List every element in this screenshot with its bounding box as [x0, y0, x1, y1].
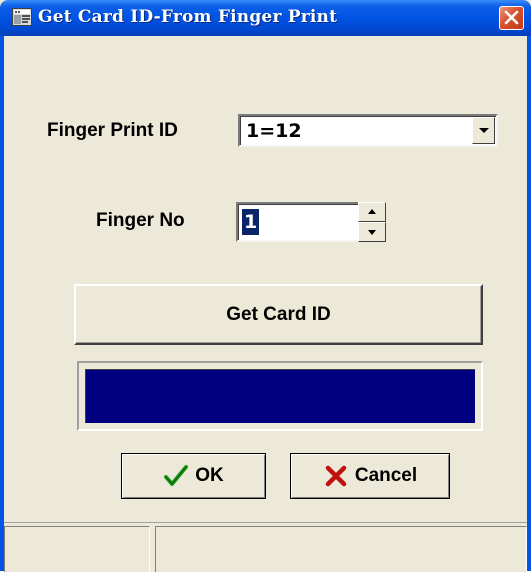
- spin-down-button[interactable]: [358, 222, 386, 242]
- app-icon: [12, 8, 32, 26]
- finger-print-id-dropdown[interactable]: 1=12: [238, 114, 498, 147]
- close-icon: [504, 10, 519, 25]
- get-card-id-button[interactable]: Get Card ID: [74, 284, 483, 345]
- finger-no-spinner: [358, 202, 386, 242]
- cancel-label: Cancel: [354, 465, 418, 486]
- status-panel-2: [155, 526, 527, 572]
- x-icon: [325, 465, 347, 487]
- window-frame-left: [0, 36, 4, 571]
- card-id-result-panel: [77, 361, 483, 431]
- spin-up-button[interactable]: [358, 202, 386, 222]
- dialog-window: Get Card ID-From Finger Print Finger Pri…: [0, 0, 531, 572]
- finger-no-input[interactable]: 1: [236, 202, 358, 242]
- checkmark-icon: [164, 465, 189, 486]
- get-card-id-label: Get Card ID: [226, 303, 331, 325]
- close-button[interactable]: [499, 6, 524, 30]
- window-frame-right: [527, 36, 531, 571]
- cancel-button[interactable]: Cancel: [290, 453, 450, 499]
- spin-down-icon: [368, 230, 376, 235]
- finger-no-label: Finger No: [96, 210, 185, 231]
- finger-print-id-label: Finger Print ID: [47, 120, 178, 141]
- title-bar[interactable]: Get Card ID-From Finger Print: [0, 0, 531, 36]
- ok-label: OK: [195, 465, 224, 486]
- finger-no-value: 1: [242, 209, 260, 235]
- finger-print-id-value: 1=12: [246, 120, 302, 142]
- status-panel-1: [4, 526, 150, 572]
- ok-button[interactable]: OK: [121, 453, 266, 499]
- window-title: Get Card ID-From Finger Print: [38, 7, 338, 27]
- card-id-result-display: [85, 369, 475, 423]
- spin-up-icon: [368, 209, 376, 214]
- chevron-down-icon: [479, 128, 489, 133]
- dropdown-button[interactable]: [472, 117, 495, 144]
- status-bar: [4, 522, 527, 572]
